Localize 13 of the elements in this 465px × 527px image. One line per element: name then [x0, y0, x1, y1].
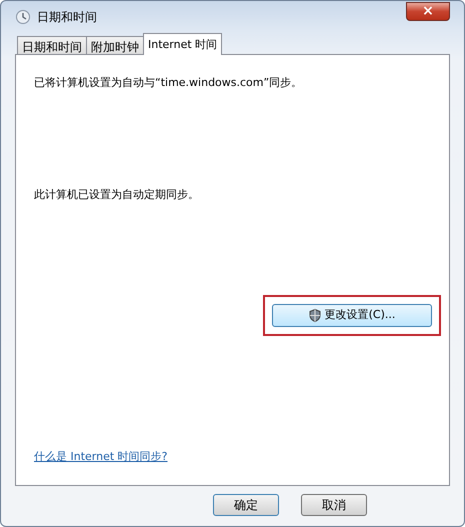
sync-info-text: 已将计算机设置为自动与“time.windows.com”同步。	[34, 75, 304, 91]
window-title: 日期和时间	[37, 9, 97, 26]
tab[interactable]: 附加时钟	[86, 36, 144, 55]
clock-icon	[15, 9, 31, 25]
tab[interactable]: Internet 时间	[143, 33, 222, 55]
change-settings-button[interactable]: 更改设置(C)...	[272, 304, 432, 326]
sync-status-text: 此计算机已设置为自动定期同步。	[34, 186, 200, 202]
dialog-button[interactable]: 确定	[213, 494, 279, 516]
shield-icon	[308, 308, 321, 322]
help-link[interactable]: 什么是 Internet 时间同步?	[34, 448, 168, 465]
tab[interactable]: 日期和时间	[17, 36, 87, 55]
dialog-button[interactable]: 取消	[301, 494, 367, 516]
close-button[interactable]: ×	[406, 2, 450, 20]
